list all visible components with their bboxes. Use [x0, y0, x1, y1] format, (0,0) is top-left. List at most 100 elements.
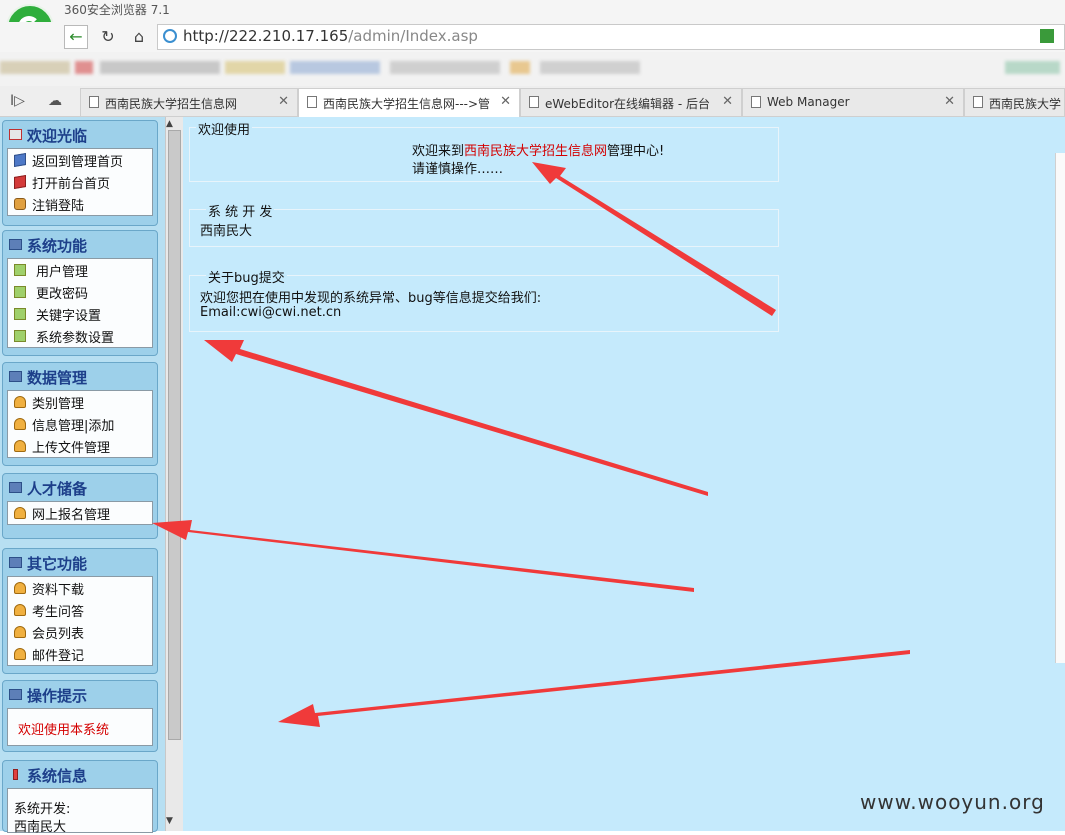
window-icon	[9, 482, 22, 493]
tab-5[interactable]: 西南民族大学	[964, 88, 1065, 116]
blurred-bookmark	[390, 61, 500, 74]
menu-item-label: 类别管理	[32, 397, 85, 412]
tab-4[interactable]: Web Manager ✕	[742, 88, 964, 116]
menu-item-users[interactable]: 用户管理	[8, 259, 152, 281]
menu-panel-other: 其它功能 资料下载 考生问答 会员列表 邮件登记	[2, 548, 158, 674]
window-icon	[9, 689, 22, 700]
menu-item-logout[interactable]: 注销登陆	[8, 193, 152, 215]
window-icon	[9, 371, 22, 382]
menu-item-password[interactable]: 更改密码	[8, 281, 152, 303]
bug-fieldset: 关于bug提交 欢迎您把在使用中发现的系统异常、bug等信息提交给我们: Ema…	[189, 267, 779, 332]
tab-1[interactable]: 西南民族大学招生信息网 ✕	[80, 88, 298, 116]
document-icon	[973, 96, 983, 108]
form-icon	[14, 264, 26, 276]
blurred-bookmark	[290, 61, 380, 74]
tab-close-icon[interactable]: ✕	[944, 94, 955, 109]
tab-close-icon[interactable]: ✕	[278, 94, 289, 109]
browser-title: 360安全浏览器 7.1	[64, 3, 170, 17]
fieldset-legend: 欢迎使用	[196, 119, 253, 138]
menu-item-categories[interactable]: 类别管理	[8, 391, 152, 413]
menu-item-open-front[interactable]: 打开前台首页	[8, 171, 152, 193]
url-text[interactable]: http://222.210.17.165/admin/Index.asp	[183, 27, 478, 45]
scroll-down-icon[interactable]: ▼	[166, 816, 173, 826]
bug-email: Email:cwi@cwi.net.cn	[200, 305, 342, 320]
welcome-suffix: 管理中心!	[607, 144, 665, 159]
menu-item-uploads[interactable]: 上传文件管理	[8, 435, 152, 457]
info-line: 西南民大	[14, 820, 67, 835]
menu-item-label: 网上报名管理	[32, 508, 111, 523]
users-icon	[14, 582, 26, 594]
blurred-bookmark	[0, 61, 70, 74]
menu-item-members[interactable]: 会员列表	[8, 621, 152, 643]
menu-list: 用户管理 更改密码 关键字设置 系统参数设置	[7, 258, 153, 348]
menu-list: 资料下载 考生问答 会员列表 邮件登记	[7, 576, 153, 666]
sidebar-toggle-icon[interactable]: I▷	[10, 93, 25, 109]
tab-close-icon[interactable]: ✕	[722, 94, 733, 109]
menu-panel-welcome: 欢迎光临 返回到管理首页 打开前台首页 注销登陆	[2, 120, 158, 226]
bug-line: 欢迎您把在使用中发现的系统异常、bug等信息提交给我们:	[200, 291, 542, 306]
tab-label: Web Manager	[767, 95, 850, 109]
menu-item-info-manage[interactable]: 信息管理|添加	[8, 413, 152, 435]
form-icon	[14, 308, 26, 320]
document-icon	[529, 96, 539, 108]
menu-panel-system: 系统功能 用户管理 更改密码 关键字设置 系统参数设置	[2, 230, 158, 356]
back-button[interactable]: ←	[64, 25, 88, 49]
menu-list: 返回到管理首页 打开前台首页 注销登陆	[7, 148, 153, 216]
menu-panel-title: 数据管理	[27, 369, 88, 387]
users-icon	[14, 440, 26, 452]
reload-button[interactable]: ↻	[97, 26, 119, 48]
blurred-bookmark	[1005, 61, 1060, 74]
menu-list: 网上报名管理	[7, 501, 153, 525]
exclamation-icon	[13, 769, 18, 780]
red-flag-icon	[14, 174, 26, 190]
menu-item-label: 信息管理|添加	[32, 419, 115, 434]
form-icon	[14, 286, 26, 298]
partial-side-panel	[1055, 153, 1065, 663]
users-icon	[14, 396, 26, 408]
menu-item-label: 考生问答	[32, 605, 85, 620]
users-icon	[14, 604, 26, 616]
menu-item-back-home[interactable]: 返回到管理首页	[8, 149, 152, 171]
tab-3[interactable]: eWebEditor在线编辑器 - 后台 ✕	[520, 88, 742, 116]
menu-panel-title: 系统信息	[27, 767, 88, 785]
info-box: 系统开发: 西南民大	[7, 788, 153, 835]
window-icon	[9, 557, 22, 568]
menu-panel-title: 欢迎光临	[27, 127, 88, 145]
menu-panel-title: 其它功能	[27, 555, 88, 573]
menu-panel-title: 操作提示	[27, 687, 88, 705]
blurred-bookmark	[75, 61, 93, 74]
menu-item-label: 会员列表	[32, 627, 85, 642]
menu-item-online-registration[interactable]: 网上报名管理	[8, 502, 152, 524]
menu-item-label: 打开前台首页	[32, 177, 111, 192]
menu-item-system-params[interactable]: 系统参数设置	[8, 325, 152, 347]
welcome-prefix: 欢迎来到	[412, 144, 465, 159]
logout-icon	[14, 198, 26, 210]
site-name: 西南民族大学招生信息网	[464, 144, 608, 159]
form-icon	[14, 330, 26, 342]
menu-item-label: 上传文件管理	[32, 441, 111, 456]
caution-line: 请谨慎操作……	[412, 162, 504, 177]
tips-box: 欢迎使用本系统	[7, 708, 153, 746]
menu-item-qa[interactable]: 考生问答	[8, 599, 152, 621]
window-icon	[9, 239, 22, 250]
menu-item-label: 用户管理	[36, 265, 89, 280]
menu-panel-title: 人才储备	[27, 480, 88, 498]
scroll-up-icon[interactable]: ▲	[166, 119, 173, 129]
tab-label: eWebEditor在线编辑器 - 后台	[545, 97, 711, 111]
menu-item-label: 更改密码	[36, 287, 89, 302]
blurred-bookmark	[540, 61, 640, 74]
menu-item-downloads[interactable]: 资料下载	[8, 577, 152, 599]
cloud-icon[interactable]: ☁	[48, 93, 62, 109]
menu-item-label: 资料下载	[32, 583, 85, 598]
home-button[interactable]: ⌂	[128, 26, 150, 48]
tab-label: 西南民族大学招生信息网--->管	[323, 97, 491, 111]
scroll-thumb[interactable]	[168, 130, 181, 740]
menu-item-label: 返回到管理首页	[32, 155, 124, 170]
tab-close-icon[interactable]: ✕	[500, 94, 511, 109]
users-icon	[14, 626, 26, 638]
qr-code-icon[interactable]	[1040, 29, 1054, 43]
menu-item-keywords[interactable]: 关键字设置	[8, 303, 152, 325]
tab-2-active[interactable]: 西南民族大学招生信息网--->管 ✕	[298, 88, 520, 117]
menu-item-mail-register[interactable]: 邮件登记	[8, 643, 152, 665]
tab-label: 西南民族大学招生信息网	[105, 97, 238, 111]
